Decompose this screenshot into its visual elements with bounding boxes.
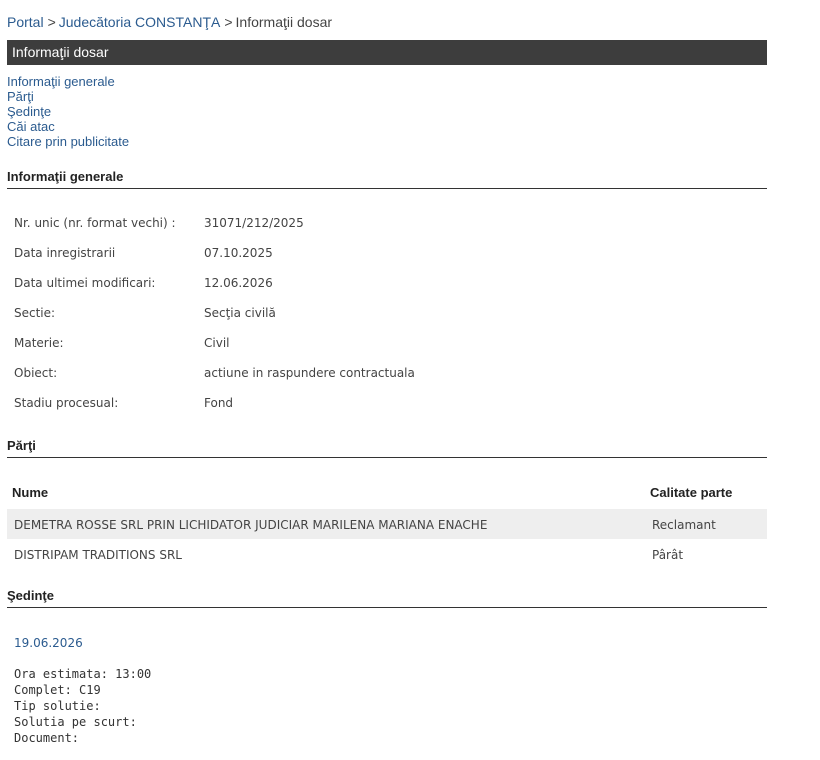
breadcrumb-current: Informaţii dosar [235, 14, 333, 30]
info-row-nr-unic: Nr. unic (nr. format vechi) : 31071/212/… [14, 216, 714, 246]
breadcrumb-separator: > [47, 14, 56, 30]
column-header-calitate: Calitate parte [650, 485, 733, 500]
hearing-details: Ora estimata: 13:00 Complet: C19 Tip sol… [14, 666, 151, 746]
hearing-date: 19.06.2026 [14, 636, 83, 650]
info-label: Materie: [14, 336, 64, 350]
party-name: DISTRIPAM TRADITIONS SRL [14, 548, 182, 562]
nav-link-cai-atac[interactable]: Căi atac [7, 119, 129, 134]
hearing-time: Ora estimata: 13:00 [14, 667, 152, 681]
info-label: Sectie: [14, 306, 56, 320]
info-value: 31071/212/2025 [204, 216, 304, 230]
info-value: actiune in raspundere contractuala [204, 366, 415, 380]
general-info-table: Nr. unic (nr. format vechi) : 31071/212/… [14, 216, 714, 426]
table-row: DISTRIPAM TRADITIONS SRL Pârât [7, 539, 767, 569]
hearing-panel: Complet: C19 [14, 683, 101, 697]
info-value: Fond [204, 396, 234, 410]
table-row: DEMETRA ROSSE SRL PRIN LICHIDATOR JUDICI… [7, 509, 767, 539]
breadcrumb-portal-link[interactable]: Portal [7, 14, 44, 30]
breadcrumb-court-link[interactable]: Judecătoria CONSTANŢA [59, 14, 221, 30]
hearing-solution-type: Tip solutie: [14, 699, 101, 713]
info-row-obiect: Obiect: actiune in raspundere contractua… [14, 366, 714, 396]
nav-link-parti[interactable]: Părţi [7, 89, 129, 104]
breadcrumb-separator: > [224, 14, 233, 30]
section-title-sedinte: Şedinţe [7, 588, 767, 608]
info-row-sectie: Sectie: Secţia civilă [14, 306, 714, 336]
info-value: Civil [204, 336, 230, 350]
party-role: Pârât [652, 548, 684, 562]
nav-link-sedinte[interactable]: Şedinţe [7, 104, 129, 119]
info-row-data-modificari: Data ultimei modificari: 12.06.2026 [14, 276, 714, 306]
section-title-parti: Părţi [7, 438, 767, 458]
info-row-stadiu: Stadiu procesual: Fond [14, 396, 714, 426]
info-row-materie: Materie: Civil [14, 336, 714, 366]
nav-link-citare[interactable]: Citare prin publicitate [7, 134, 129, 149]
info-label: Stadiu procesual: [14, 396, 119, 410]
info-value: Secţia civilă [204, 306, 276, 320]
party-name: DEMETRA ROSSE SRL PRIN LICHIDATOR JUDICI… [14, 518, 488, 532]
page-title: Informaţii dosar [7, 40, 767, 65]
party-role: Reclamant [652, 518, 716, 532]
info-value: 12.06.2026 [204, 276, 273, 290]
info-label: Data ultimei modificari: [14, 276, 156, 290]
info-label: Nr. unic (nr. format vechi) : [14, 216, 176, 230]
info-label: Obiect: [14, 366, 58, 380]
column-header-nume: Nume [12, 485, 49, 500]
info-row-data-inregistrarii: Data inregistrarii 07.10.2025 [14, 246, 714, 276]
breadcrumb: Portal > Judecătoria CONSTANŢA > Informaţii … [7, 14, 332, 30]
hearing-solution-summary: Solutia pe scurt: [14, 715, 137, 729]
section-title-general: Informaţii generale [7, 169, 767, 189]
info-label: Data inregistrarii [14, 246, 116, 260]
hearing-document: Document: [14, 731, 80, 745]
info-value: 07.10.2025 [204, 246, 273, 260]
section-nav: Informaţii generale Părţi Şedinţe Căi at… [7, 74, 129, 149]
nav-link-informatii-generale[interactable]: Informaţii generale [7, 74, 129, 89]
